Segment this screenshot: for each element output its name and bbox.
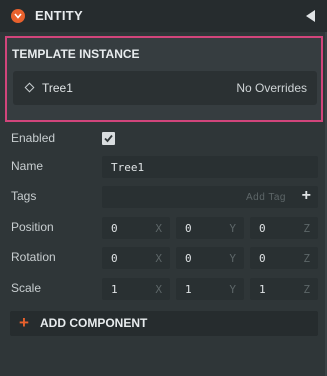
enabled-label: Enabled (11, 131, 56, 145)
axis-label-y: Y (229, 222, 236, 235)
tags-field[interactable]: Add Tag + (102, 186, 318, 208)
template-instance-row[interactable]: Tree1 No Overrides (13, 71, 317, 105)
template-overrides-status: No Overrides (236, 81, 307, 95)
scale-y-value: 1 (185, 283, 192, 296)
axis-label-z: Z (303, 252, 310, 265)
position-x-value: 0 (111, 222, 118, 235)
triangle-left-icon[interactable] (306, 10, 315, 22)
rotation-x-field[interactable]: 0 X (102, 247, 170, 269)
enabled-checkbox[interactable] (102, 132, 115, 145)
scale-y-field[interactable]: 1 Y (176, 278, 244, 300)
position-x-field[interactable]: 0 X (102, 217, 170, 239)
scale-z-field[interactable]: 1 Z (250, 278, 318, 300)
axis-label-z: Z (303, 283, 310, 296)
chevron-down-icon[interactable] (11, 9, 25, 23)
entity-panel-header[interactable]: ENTITY (0, 0, 327, 32)
axis-label-x: X (155, 222, 162, 235)
rotation-y-value: 0 (185, 252, 192, 265)
rotation-y-field[interactable]: 0 Y (176, 247, 244, 269)
name-field[interactable]: Tree1 (102, 156, 318, 178)
position-y-value: 0 (185, 222, 192, 235)
rotation-z-field[interactable]: 0 Z (250, 247, 318, 269)
name-field-value: Tree1 (111, 161, 145, 174)
template-instance-section: TEMPLATE INSTANCE Tree1 No Overrides (5, 36, 323, 122)
axis-label-z: Z (303, 222, 310, 235)
template-name: Tree1 (42, 81, 73, 95)
checkmark-icon (104, 134, 113, 143)
tags-label: Tags (11, 189, 37, 203)
add-tag-placeholder: Add Tag (245, 192, 286, 203)
axis-label-y: Y (229, 283, 236, 296)
scale-x-field[interactable]: 1 X (102, 278, 170, 300)
name-label: Name (11, 159, 44, 173)
position-z-field[interactable]: 0 Z (250, 217, 318, 239)
diamond-icon (24, 82, 35, 93)
axis-label-x: X (155, 252, 162, 265)
axis-label-y: Y (229, 252, 236, 265)
add-component-button[interactable]: + ADD COMPONENT (10, 311, 318, 336)
plus-icon: + (19, 313, 29, 332)
rotation-x-value: 0 (111, 252, 118, 265)
scale-z-value: 1 (259, 283, 266, 296)
position-z-value: 0 (259, 222, 266, 235)
position-y-field[interactable]: 0 Y (176, 217, 244, 239)
rotation-label: Rotation (11, 250, 56, 264)
template-instance-label: TEMPLATE INSTANCE (12, 47, 140, 61)
rotation-z-value: 0 (259, 252, 266, 265)
panel-title: ENTITY (35, 8, 84, 23)
position-label: Position (11, 220, 54, 234)
add-component-label: ADD COMPONENT (40, 316, 148, 330)
add-tag-button[interactable]: + (302, 187, 311, 205)
scale-x-value: 1 (111, 283, 118, 296)
axis-label-x: X (155, 283, 162, 296)
scale-label: Scale (11, 281, 42, 295)
